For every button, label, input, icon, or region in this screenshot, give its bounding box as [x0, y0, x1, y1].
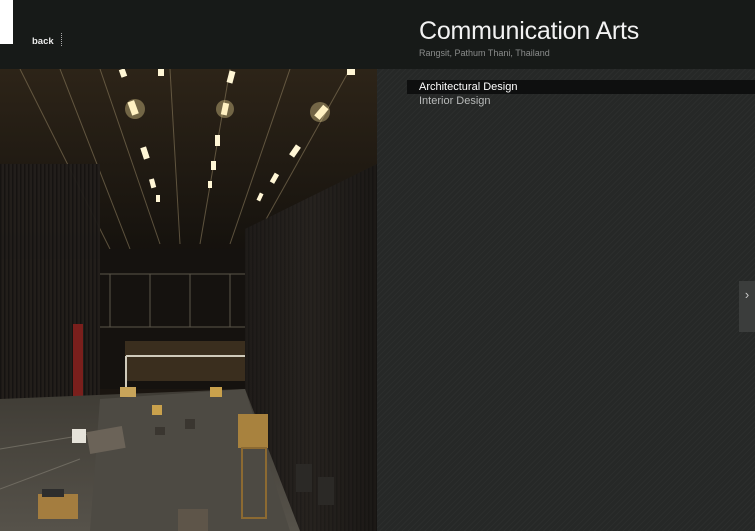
right-panel: [377, 69, 755, 531]
menu-item-architectural-design[interactable]: Architectural Design: [407, 80, 755, 94]
next-arrow-icon[interactable]: ›: [739, 281, 755, 332]
page-subtitle: Rangsit, Pathum Thani, Thailand: [419, 48, 550, 58]
menu-item-interior-design[interactable]: Interior Design: [407, 94, 755, 108]
header-bar: back Communication Arts Rangsit, Pathum …: [0, 0, 755, 69]
theater-stage-photo: [0, 69, 377, 531]
category-menu: Architectural Design Interior Design: [407, 80, 755, 108]
project-photo[interactable]: [0, 69, 377, 531]
page-title: Communication Arts: [419, 17, 640, 45]
back-link[interactable]: back: [32, 36, 54, 47]
back-separator: [61, 33, 62, 46]
white-tab: [0, 0, 13, 44]
